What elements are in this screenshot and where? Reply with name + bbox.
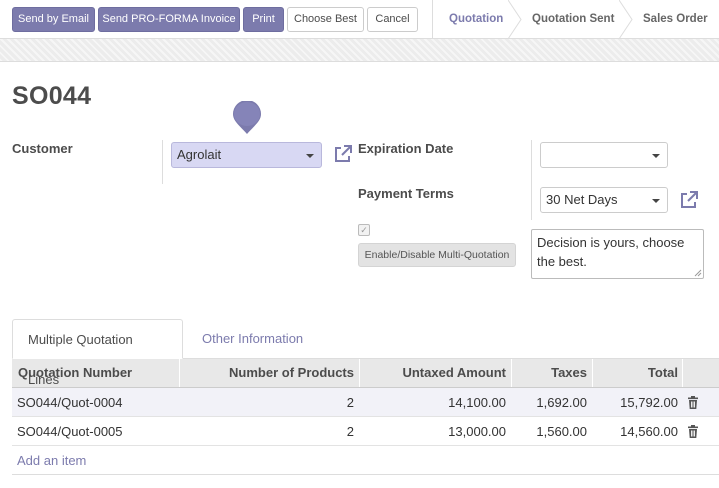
cell-taxes: 1,560.00 <box>536 424 587 439</box>
cell-untaxed-amount: 13,000.00 <box>448 424 506 439</box>
chevron-down-icon <box>652 154 660 158</box>
payment-terms-label: Payment Terms <box>358 186 454 201</box>
send-by-email-button[interactable]: Send by Email <box>12 7 95 32</box>
trash-icon[interactable] <box>687 396 699 409</box>
add-an-item-link[interactable]: Add an item <box>17 446 86 475</box>
payment-terms-select[interactable]: 30 Net Days <box>540 187 668 213</box>
resize-handle-icon[interactable] <box>694 269 702 277</box>
page-title: SO044 <box>12 82 92 110</box>
add-item-row: Add an item <box>12 446 719 475</box>
tab-multiple-quotation-lines[interactable]: Multiple Quotation Lines <box>12 319 183 387</box>
trash-icon[interactable] <box>687 425 699 438</box>
multi-quotation-checkbox[interactable]: ✓ <box>358 224 370 236</box>
cell-total: 14,560.00 <box>620 424 678 439</box>
field-divider <box>531 140 532 220</box>
cell-number-of-products: 2 <box>346 424 354 439</box>
column-divider <box>682 359 683 387</box>
stage-separator-icon <box>619 0 633 39</box>
customer-select[interactable]: Agrolait <box>171 142 322 168</box>
table-header: Quotation Number Number of Products Unta… <box>12 359 719 388</box>
enable-disable-multi-quotation-button[interactable]: Enable/Disable Multi-Quotation <box>358 243 516 267</box>
customer-value: Agrolait <box>177 147 222 162</box>
table-row[interactable]: SO044/Quot-0005 2 13,000.00 1,560.00 14,… <box>12 417 719 446</box>
customer-label: Customer <box>12 141 73 156</box>
external-link-icon[interactable] <box>679 190 699 210</box>
column-untaxed-amount[interactable]: Untaxed Amount <box>360 359 506 387</box>
column-number-of-products[interactable]: Number of Products <box>180 359 354 387</box>
chevron-down-icon <box>306 154 314 158</box>
table-row[interactable]: SO044/Quot-0004 2 14,100.00 1,692.00 15,… <box>12 388 719 417</box>
tour-tip-marker-icon[interactable] <box>233 101 261 135</box>
external-link-icon[interactable] <box>333 144 353 164</box>
note-text: Decision is yours, choose the best. <box>537 235 685 269</box>
stage-quotation-sent[interactable]: Quotation Sent <box>532 0 614 39</box>
payment-terms-value: 30 Net Days <box>546 192 618 207</box>
status-bar: Quotation Quotation Sent Sales Order <box>432 0 719 39</box>
cell-total: 15,792.00 <box>620 395 678 410</box>
stage-separator-icon <box>508 0 522 39</box>
cell-untaxed-amount: 14,100.00 <box>448 395 506 410</box>
chevron-down-icon <box>652 199 660 203</box>
column-total[interactable]: Total <box>593 359 678 387</box>
sheet-header-band <box>0 39 719 62</box>
cell-taxes: 1,692.00 <box>536 395 587 410</box>
choose-best-button[interactable]: Choose Best <box>287 7 364 32</box>
note-textarea[interactable]: Decision is yours, choose the best. <box>531 229 704 279</box>
tab-other-information[interactable]: Other Information <box>187 319 318 359</box>
print-button[interactable]: Print <box>243 7 284 32</box>
field-divider <box>162 140 163 184</box>
column-taxes[interactable]: Taxes <box>512 359 587 387</box>
cell-number-of-products: 2 <box>346 395 354 410</box>
control-panel: Send by Email Send PRO-FORMA Invoice Pri… <box>0 0 719 39</box>
send-proforma-invoice-button[interactable]: Send PRO-FORMA Invoice <box>98 7 240 32</box>
expiration-date-select[interactable] <box>540 142 668 168</box>
stage-quotation[interactable]: Quotation <box>449 0 503 39</box>
cell-quotation-number: SO044/Quot-0005 <box>17 424 123 439</box>
stage-sales-order[interactable]: Sales Order <box>643 0 708 39</box>
cancel-button[interactable]: Cancel <box>367 7 418 32</box>
expiration-date-label: Expiration Date <box>358 141 454 156</box>
